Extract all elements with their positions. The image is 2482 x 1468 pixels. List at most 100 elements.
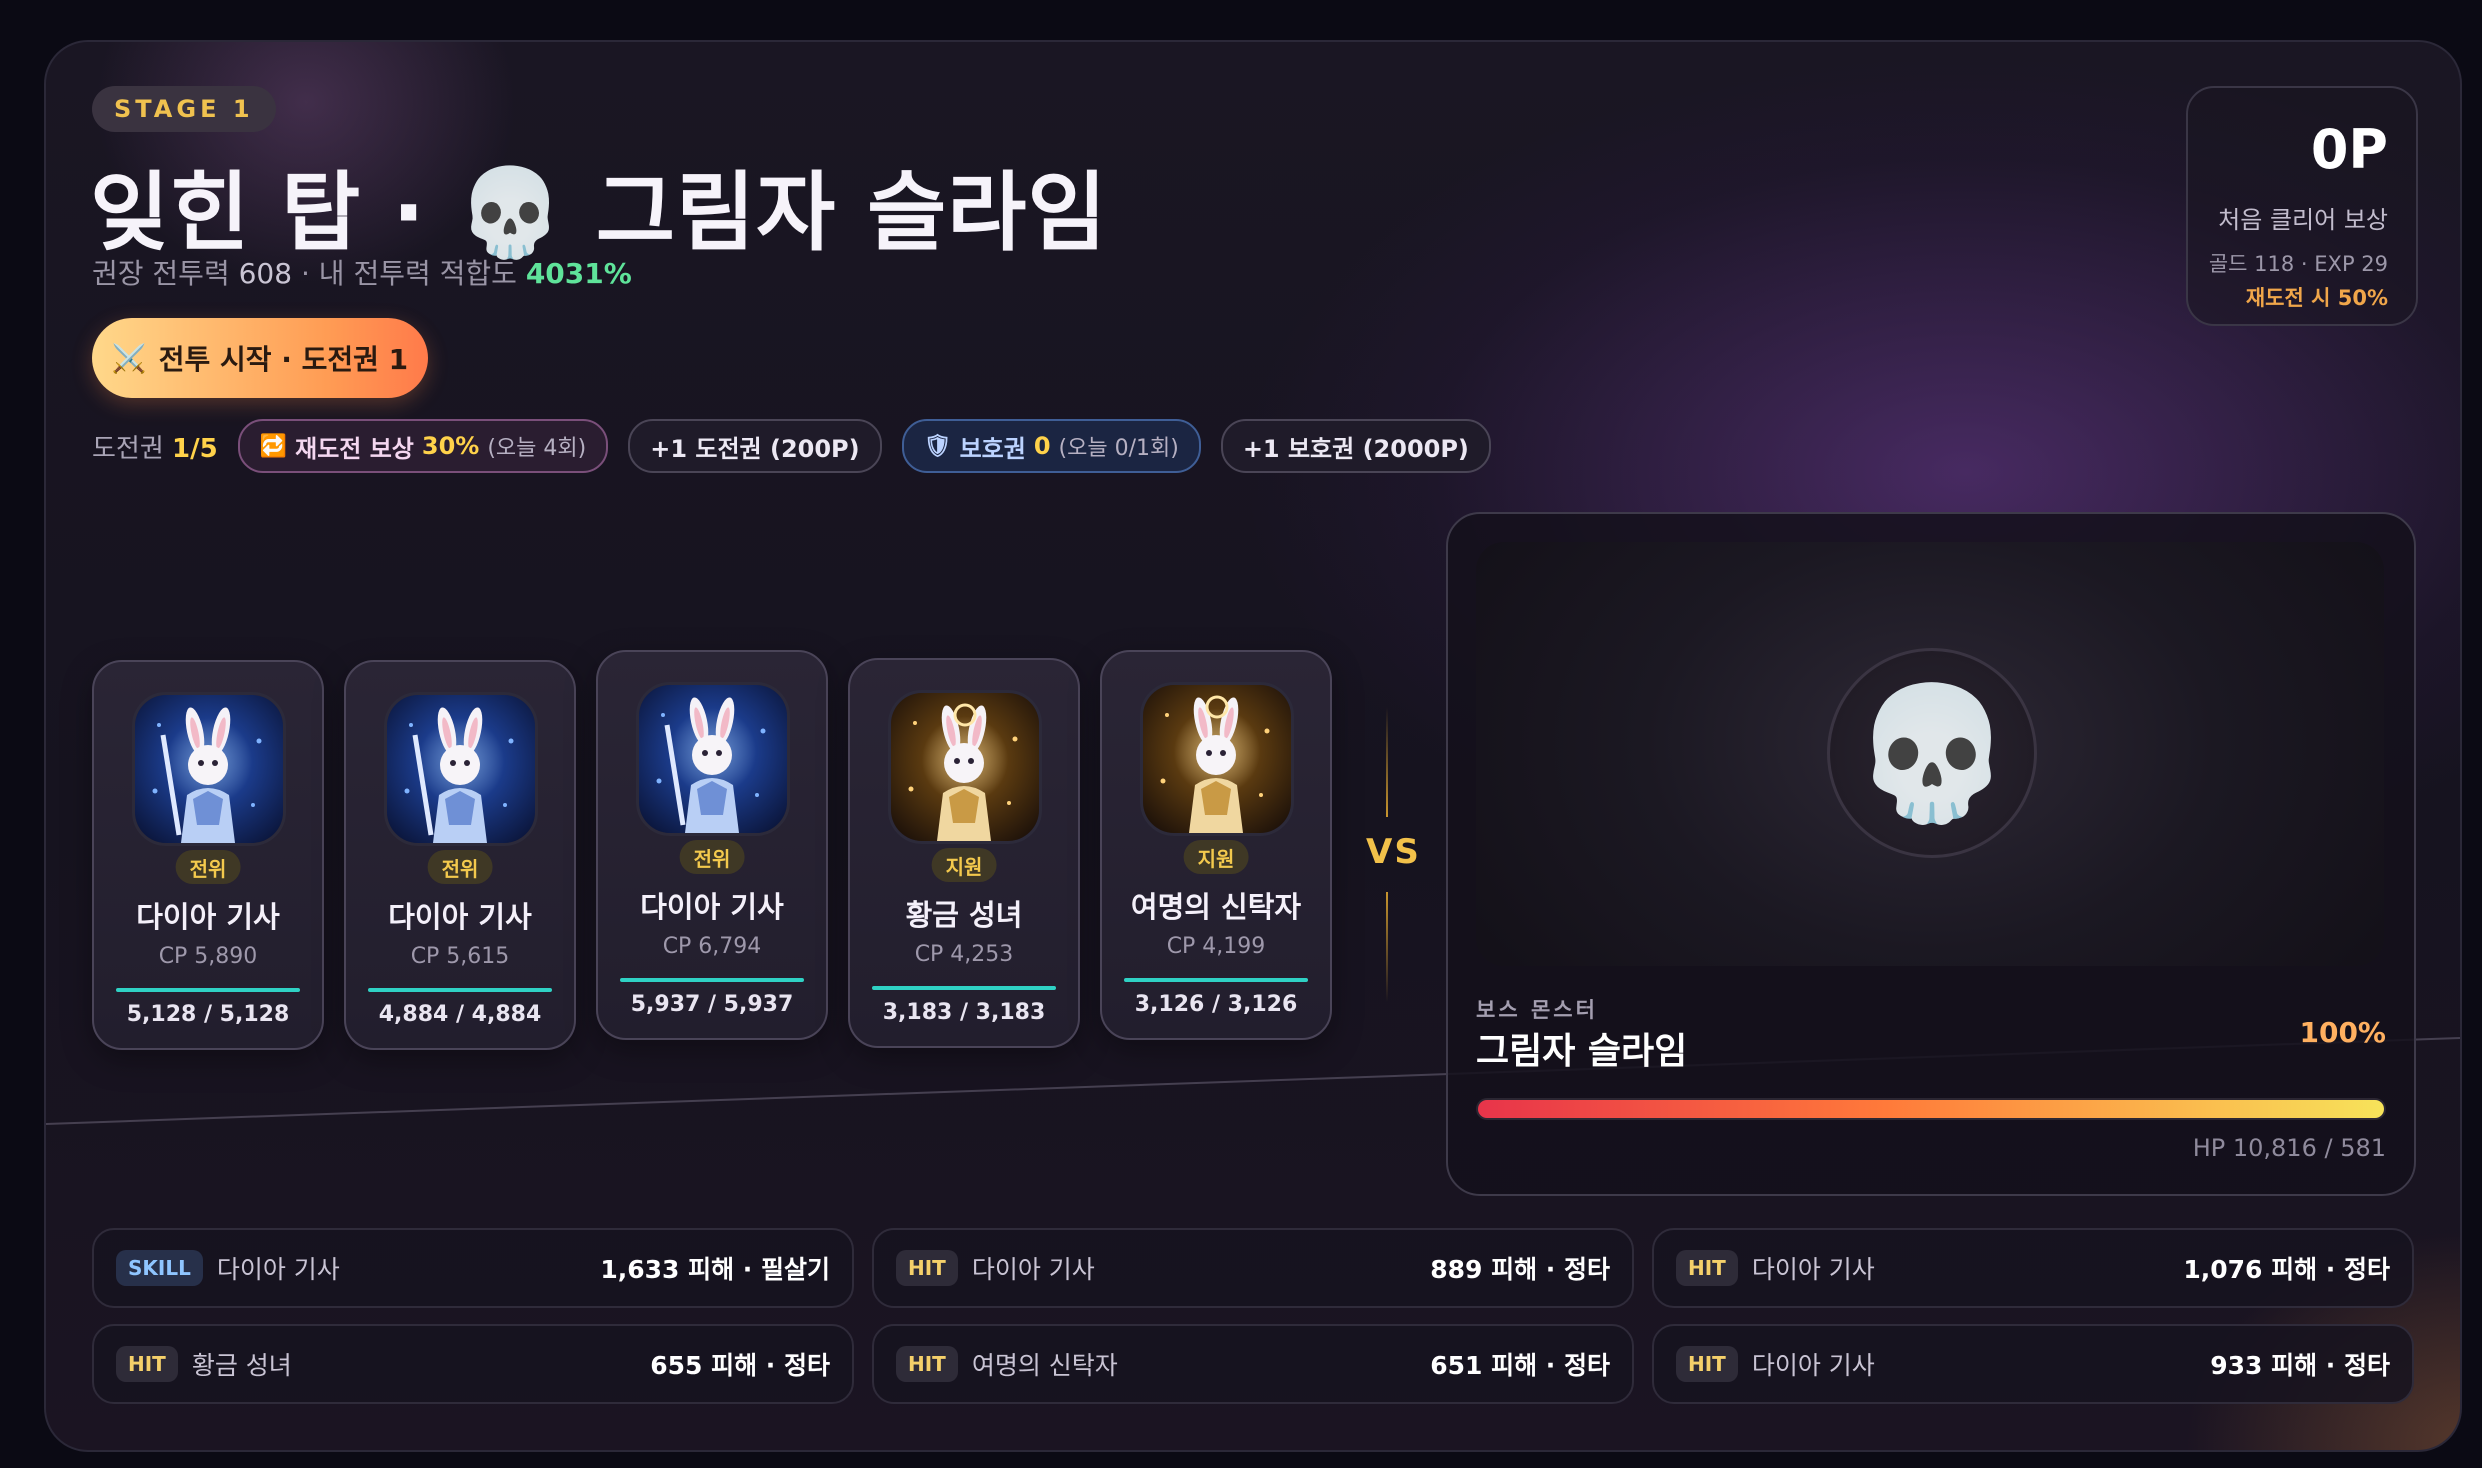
hero-name: 황금 성녀 (905, 898, 1023, 932)
reward-box: 0P 처음 클리어 보상 골드 118 · EXP 29 재도전 시 50% (2186, 86, 2418, 326)
vs-line-top (1386, 707, 1388, 817)
hero-name: 여명의 신탁자 (1130, 890, 1302, 924)
log-tag: HIT (1676, 1250, 1738, 1286)
hero-role-badge: 전위 (175, 850, 241, 884)
log-actor: 여명의 신탁자 (971, 1351, 1118, 1380)
swords-icon: ⚔️ (111, 341, 147, 375)
hero-hp: 5,128 / 5,128 (126, 1002, 290, 1027)
fit-value: 4031% (525, 257, 632, 290)
hero-portrait (132, 692, 286, 846)
ticket-row: 도전권 1/5 🔁 재도전 보상 30% (오늘 4회) +1 도전권 (200… (92, 419, 1491, 473)
hero-cp: CP 4,253 (914, 942, 1014, 967)
boss-hp-text: HP 10,816 / 581 (2192, 1134, 2386, 1162)
hero-name: 다이아 기사 (136, 900, 280, 934)
retry-icon: 🔁 (259, 433, 288, 459)
hero-cp: CP 6,794 (662, 934, 762, 959)
battle-log-entry: HIT 황금 성녀 655 피해 · 정타 (92, 1324, 854, 1404)
ticket-count: 도전권 1/5 (92, 428, 218, 465)
hero-role-badge: 전위 (679, 840, 745, 874)
hero-hp: 5,937 / 5,937 (630, 992, 794, 1017)
log-tag: HIT (116, 1346, 178, 1382)
retry-sub: (오늘 4회) (487, 436, 587, 461)
vs-line-bottom (1386, 892, 1388, 1002)
hero-card[interactable]: 전위 다이아 기사 CP 5,615 4,884 / 4,884 (344, 660, 576, 1050)
recommend-label: 권장 전투력 (92, 257, 230, 290)
retry-label: 재도전 보상 (295, 434, 414, 463)
log-tag: SKILL (116, 1250, 203, 1286)
log-actor: 황금 성녀 (191, 1351, 292, 1380)
log-actor: 다이아 기사 (971, 1255, 1095, 1284)
boss-hp-fill (1478, 1100, 2384, 1118)
log-tag: HIT (896, 1346, 958, 1382)
boss-portrait-ring: 💀 (1827, 648, 2037, 858)
log-actor: 다이아 기사 (1751, 1351, 1875, 1380)
skull-icon: 💀 (1851, 677, 2013, 829)
retry-pct: 30% (421, 432, 480, 460)
reward-retry-note: 재도전 시 50% (2245, 286, 2388, 310)
hero-portrait (1140, 682, 1294, 836)
battle-panel: STAGE 1 잊힌 탑 · 💀 그림자 슬라임 권장 전투력 608 · 내 … (44, 40, 2462, 1452)
guard-sub: (오늘 0/1회) (1058, 436, 1179, 461)
hero-hp: 3,183 / 3,183 (882, 1000, 1046, 1025)
guard-count: 0 (1033, 432, 1051, 460)
stage-badge: STAGE 1 (92, 86, 276, 132)
hero-cp: CP 5,615 (410, 944, 510, 969)
boss-art: 💀 (1476, 542, 2384, 966)
hero-hp-bar (368, 988, 552, 992)
hero-card[interactable]: 지원 황금 성녀 CP 4,253 3,183 / 3,183 (848, 658, 1080, 1048)
start-battle-label: 전투 시작 · 도전권 1 (158, 343, 409, 376)
buy-guard-button[interactable]: +1 보호권 (2000P) (1220, 419, 1491, 473)
power-summary: 권장 전투력 608 · 내 전투력 적합도 4031% (92, 252, 632, 292)
hero-card[interactable]: 전위 다이아 기사 CP 6,794 5,937 / 5,937 (596, 650, 828, 1040)
recommend-value: 608 (238, 257, 293, 290)
boss-name: 그림자 슬라임 (1476, 1031, 1688, 1072)
log-damage: 651 피해 · 정타 (1430, 1351, 1610, 1380)
hero-hp-bar (116, 988, 300, 992)
log-damage: 1,633 피해 · 필살기 (600, 1255, 830, 1284)
boss-card: 💀 보스 몬스터 그림자 슬라임 100% HP 10,816 / 581 (1446, 512, 2416, 1196)
hero-hp: 3,126 / 3,126 (1134, 992, 1298, 1017)
retry-reward-pill[interactable]: 🔁 재도전 보상 30% (오늘 4회) (237, 419, 609, 473)
vs-label: VS (1366, 832, 1421, 872)
hero-role-badge: 전위 (427, 850, 493, 884)
guard-pill[interactable]: 🛡 보호권 0 (오늘 0/1회) (901, 419, 1201, 473)
reward-label: 처음 클리어 보상 (2218, 206, 2388, 234)
page-title: 잊힌 탑 · 💀 그림자 슬라임 (90, 163, 1108, 263)
hero-hp-bar (1124, 978, 1308, 982)
reward-detail: 골드 118 · EXP 29 (2208, 252, 2388, 276)
ticket-value: 1/5 (172, 433, 218, 464)
hero-hp-bar (872, 986, 1056, 990)
log-damage: 889 피해 · 정타 (1430, 1255, 1610, 1284)
hero-role-badge: 지원 (1183, 840, 1249, 874)
hero-portrait (636, 682, 790, 836)
hero-name: 다이아 기사 (640, 890, 784, 924)
hero-role-badge: 지원 (931, 848, 997, 882)
boss-hp-percent: 100% (2299, 1016, 2386, 1049)
hero-portrait (888, 690, 1042, 844)
shield-icon: 🛡 (923, 433, 952, 459)
hero-cp: CP 4,199 (1166, 934, 1266, 959)
hero-portrait (384, 692, 538, 846)
boss-tag: 보스 몬스터 (1476, 998, 1598, 1022)
battle-log-entry: HIT 다이아 기사 1,076 피해 · 정타 (1652, 1228, 2414, 1308)
buy-ticket-button[interactable]: +1 도전권 (200P) (628, 419, 882, 473)
log-damage: 933 피해 · 정타 (2210, 1351, 2390, 1380)
hero-hp-bar (620, 978, 804, 982)
reward-points: 0P (2310, 118, 2388, 181)
separator: · (300, 257, 310, 290)
hero-name: 다이아 기사 (388, 900, 532, 934)
battle-log-entry: SKILL 다이아 기사 1,633 피해 · 필살기 (92, 1228, 854, 1308)
fit-label: 내 전투력 적합도 (318, 257, 517, 290)
log-tag: HIT (1676, 1346, 1738, 1382)
log-damage: 1,076 피해 · 정타 (2183, 1255, 2390, 1284)
start-battle-button[interactable]: ⚔️ 전투 시작 · 도전권 1 (92, 318, 428, 398)
hero-card[interactable]: 전위 다이아 기사 CP 5,890 5,128 / 5,128 (92, 660, 324, 1050)
log-actor: 다이아 기사 (216, 1255, 340, 1284)
log-tag: HIT (896, 1250, 958, 1286)
battle-log-entry: HIT 여명의 신탁자 651 피해 · 정타 (872, 1324, 1634, 1404)
log-actor: 다이아 기사 (1751, 1255, 1875, 1284)
ticket-label: 도전권 (92, 433, 164, 464)
guard-label: 보호권 (959, 434, 1026, 463)
battle-log-entry: HIT 다이아 기사 933 피해 · 정타 (1652, 1324, 2414, 1404)
hero-card[interactable]: 지원 여명의 신탁자 CP 4,199 3,126 / 3,126 (1100, 650, 1332, 1040)
